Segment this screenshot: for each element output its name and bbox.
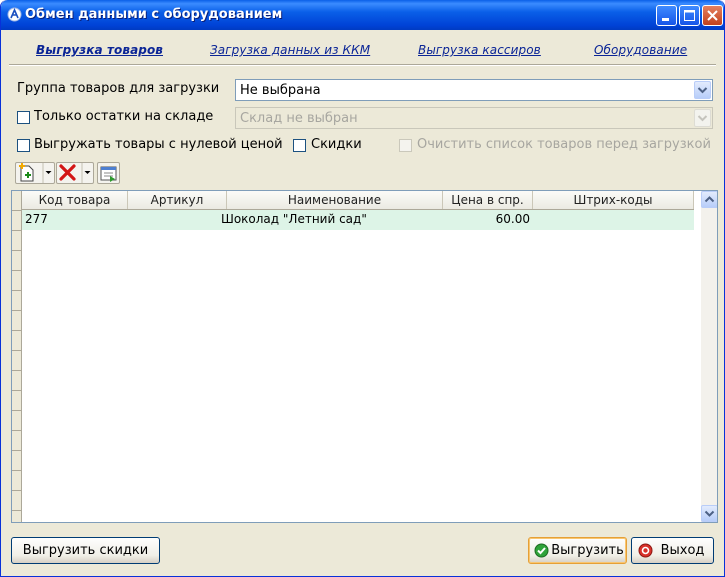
discounts-checkbox[interactable] [293, 139, 306, 152]
add-icon [19, 163, 52, 183]
power-off-icon [638, 543, 653, 558]
column-header-name[interactable]: Наименование [227, 191, 443, 209]
scroll-down-button[interactable] [701, 505, 717, 522]
window-title: Обмен данными с оборудованием [25, 7, 283, 22]
stock-only-label: Только остатки на складе [34, 109, 214, 124]
table-header: Код товара Артикул Наименование Цена в с… [22, 191, 694, 210]
tab-load-from-kkm[interactable]: Загрузка данных из ККМ [210, 43, 370, 57]
cell-price: 60.00 [495, 212, 530, 226]
maximize-icon [684, 10, 695, 21]
warehouse-select-arrow [694, 109, 711, 127]
exit-button[interactable]: Выход [631, 537, 714, 564]
close-icon [707, 10, 718, 21]
tab-upload-goods[interactable]: Выгрузка товаров [36, 43, 163, 57]
add-button[interactable] [15, 162, 55, 184]
delete-button[interactable] [56, 162, 94, 184]
chevron-down-icon [697, 87, 708, 94]
group-label: Группа товаров для загрузки [17, 81, 220, 96]
column-header-code[interactable]: Код товара [22, 191, 128, 209]
discounts-label: Скидки [311, 137, 362, 152]
clear-list-checkbox [399, 139, 412, 152]
stock-only-checkbox[interactable] [17, 111, 30, 124]
goods-table[interactable]: Код товара Артикул Наименование Цена в с… [11, 190, 718, 523]
app-icon [7, 7, 22, 22]
zero-price-checkbox[interactable] [17, 139, 30, 152]
title-bar[interactable]: Обмен данными с оборудованием [1, 0, 724, 30]
tab-upload-cashiers[interactable]: Выгрузка кассиров [418, 43, 541, 57]
warehouse-select: Склад не выбран [235, 107, 713, 129]
row-header-column[interactable] [12, 191, 22, 522]
group-select-value: Не выбрана [240, 83, 321, 98]
exit-label: Выход [660, 543, 705, 558]
cell-name: Шоколад "Летний сад" [221, 212, 367, 226]
column-header-article[interactable]: Артикул [128, 191, 227, 209]
tab-equipment[interactable]: Оборудование [594, 43, 687, 57]
cell-code: 277 [25, 212, 48, 226]
tabs-divider [9, 64, 716, 66]
clear-list-label: Очистить список товаров перед загрузкой [417, 137, 711, 152]
vertical-scrollbar[interactable] [701, 191, 717, 522]
group-select-arrow[interactable] [694, 81, 711, 99]
upload-discounts-button[interactable]: Выгрузить скидки [11, 537, 160, 564]
check-icon [534, 543, 549, 558]
zero-price-label: Выгружать товары с нулевой ценой [34, 137, 283, 152]
column-header-price[interactable]: Цена в спр. [443, 191, 533, 209]
group-select[interactable]: Не выбрана [235, 79, 713, 101]
maximize-button[interactable] [679, 5, 700, 26]
close-button[interactable] [702, 5, 723, 26]
minimize-icon [662, 18, 669, 21]
import-button[interactable] [97, 162, 120, 184]
upload-button[interactable]: Выгрузить [528, 537, 627, 564]
chevron-down-icon [697, 115, 708, 122]
scroll-up-button[interactable] [701, 191, 717, 208]
column-header-barcodes[interactable]: Штрих-коды [533, 191, 694, 209]
exchange-window: Обмен данными с оборудованием Выгрузка т… [0, 0, 725, 577]
table-import-icon [100, 166, 117, 182]
upload-label: Выгрузить [551, 543, 624, 558]
delete-icon [59, 163, 91, 183]
chevron-down-icon [704, 510, 715, 517]
warehouse-select-value: Склад не выбран [240, 111, 358, 126]
upload-discounts-label: Выгрузить скидки [22, 543, 149, 558]
minimize-button[interactable] [656, 5, 677, 26]
table-row[interactable]: 277 Шоколад "Летний сад" 60.00 [22, 210, 694, 230]
chevron-up-icon [704, 196, 715, 203]
